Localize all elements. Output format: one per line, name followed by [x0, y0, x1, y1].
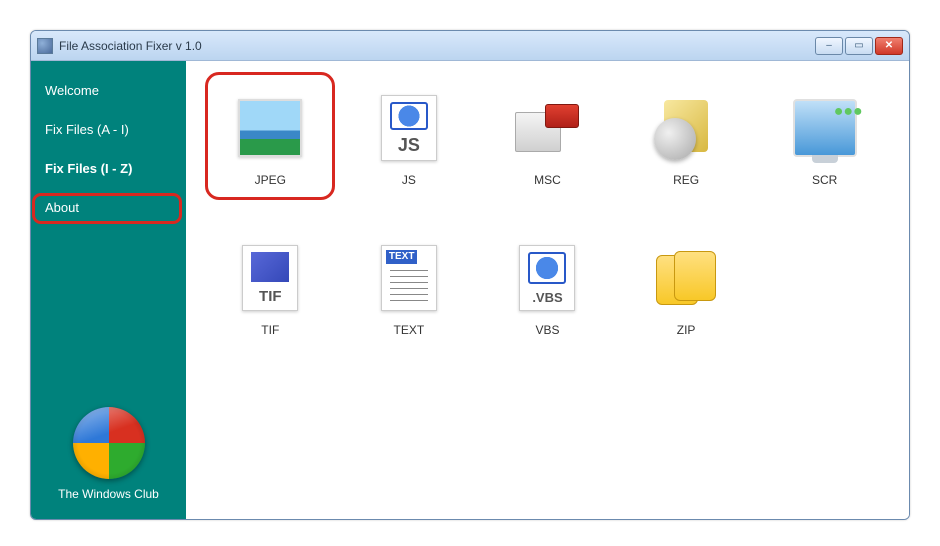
sidebar-footer: The Windows Club — [31, 393, 186, 519]
file-label: JPEG — [255, 173, 286, 187]
file-label: JS — [402, 173, 416, 187]
vbs-icon — [510, 241, 584, 315]
zip-icon — [649, 241, 723, 315]
file-item-js[interactable]: JS — [345, 91, 474, 221]
file-item-text[interactable]: TEXT — [345, 241, 474, 371]
footer-label: The Windows Club — [35, 487, 182, 501]
sidebar-item-fix-i-z[interactable]: Fix Files (I - Z) — [31, 149, 186, 188]
tif-icon — [233, 241, 307, 315]
windows-logo-icon — [73, 407, 145, 479]
scr-icon — [788, 91, 862, 165]
content-grid: JPEG JS MSC REG SCR TIF — [186, 61, 909, 519]
sidebar-item-about[interactable]: About — [31, 188, 186, 227]
file-label: MSC — [534, 173, 561, 187]
sidebar-item-label: About — [45, 200, 79, 215]
file-item-msc[interactable]: MSC — [483, 91, 612, 221]
reg-icon — [649, 91, 723, 165]
window-title: File Association Fixer v 1.0 — [59, 39, 815, 53]
jpeg-icon — [233, 91, 307, 165]
window-buttons: – ▭ ✕ — [815, 37, 903, 55]
file-label: SCR — [812, 173, 837, 187]
sidebar-item-welcome[interactable]: Welcome — [31, 71, 186, 110]
file-label: REG — [673, 173, 699, 187]
file-label: VBS — [535, 323, 559, 337]
file-item-zip[interactable]: ZIP — [622, 241, 751, 371]
app-window: File Association Fixer v 1.0 – ▭ ✕ Welco… — [30, 30, 910, 520]
titlebar[interactable]: File Association Fixer v 1.0 – ▭ ✕ — [31, 31, 909, 61]
file-label: TIF — [261, 323, 279, 337]
minimize-button[interactable]: – — [815, 37, 843, 55]
sidebar-item-label: Welcome — [45, 83, 99, 98]
file-item-scr[interactable]: SCR — [760, 91, 889, 221]
maximize-button[interactable]: ▭ — [845, 37, 873, 55]
file-item-reg[interactable]: REG — [622, 91, 751, 221]
close-button[interactable]: ✕ — [875, 37, 903, 55]
js-icon — [372, 91, 446, 165]
msc-icon — [510, 91, 584, 165]
file-item-tif[interactable]: TIF — [206, 241, 335, 371]
sidebar-item-fix-a-i[interactable]: Fix Files (A - I) — [31, 110, 186, 149]
file-item-jpeg[interactable]: JPEG — [206, 91, 335, 221]
file-label: ZIP — [677, 323, 696, 337]
app-icon — [37, 38, 53, 54]
sidebar-item-label: Fix Files (A - I) — [45, 122, 129, 137]
text-icon — [372, 241, 446, 315]
file-item-vbs[interactable]: VBS — [483, 241, 612, 371]
sidebar: Welcome Fix Files (A - I) Fix Files (I -… — [31, 61, 186, 519]
window-body: Welcome Fix Files (A - I) Fix Files (I -… — [31, 61, 909, 519]
sidebar-item-label: Fix Files (I - Z) — [45, 161, 132, 176]
file-label: TEXT — [394, 323, 425, 337]
